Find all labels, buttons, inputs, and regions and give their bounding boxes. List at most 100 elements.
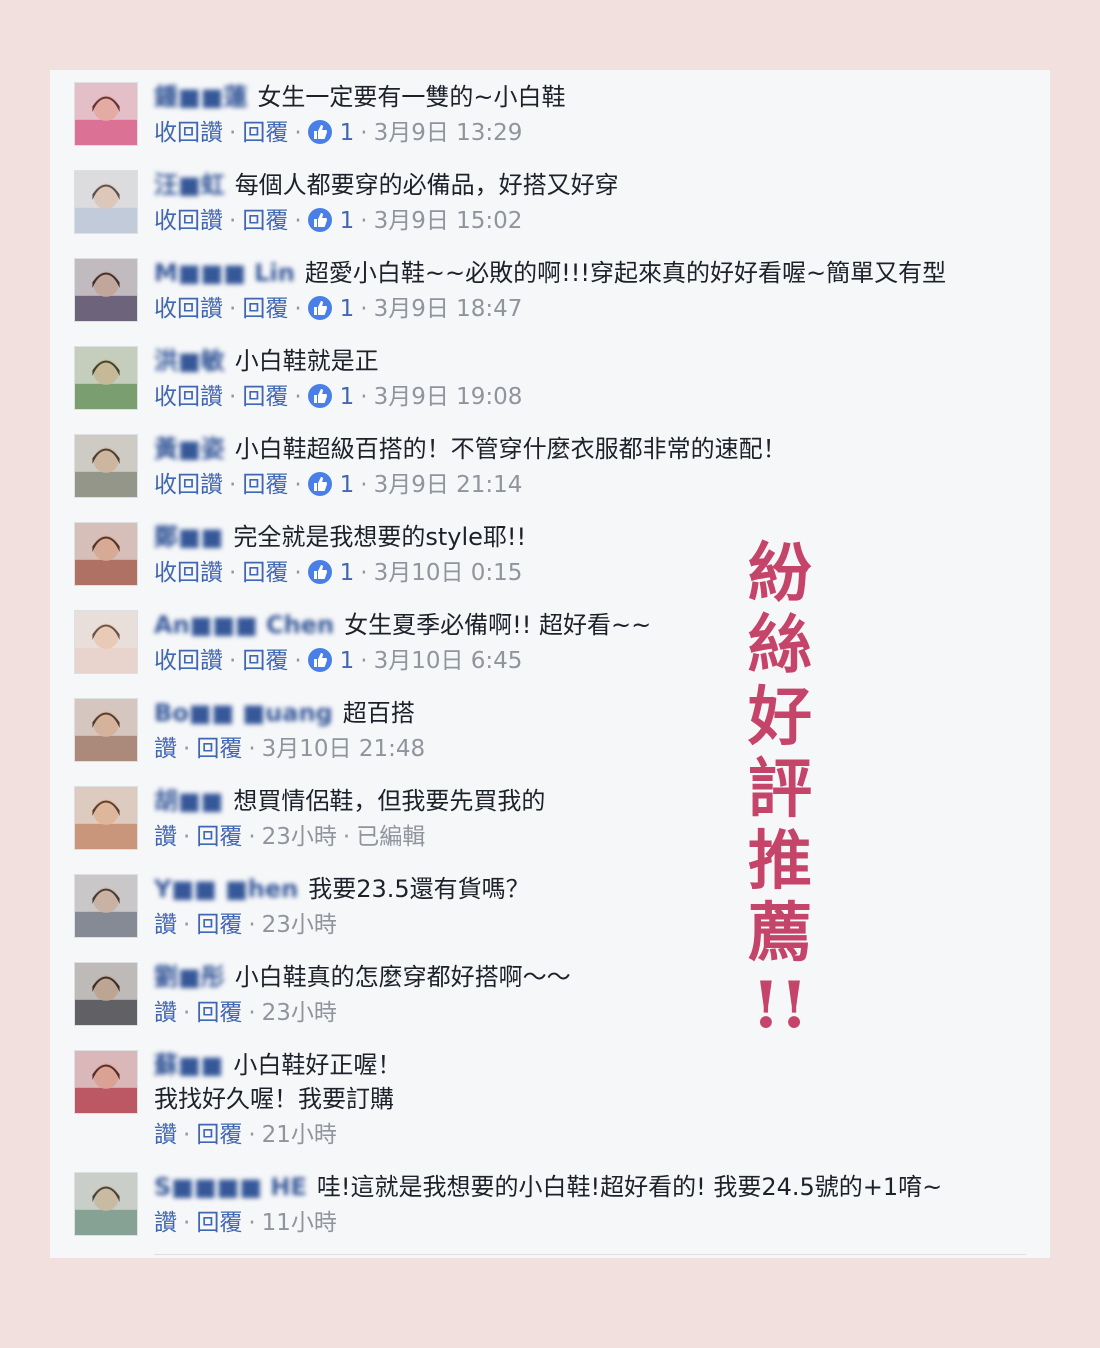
reply-button[interactable]: 回覆 [242, 648, 288, 674]
separator-dot: · [229, 472, 237, 498]
commenter-name[interactable]: 黃■姿 [154, 435, 225, 463]
comment-line: Y■■ ■hen 我要23.5還有貨嗎？ [154, 872, 1030, 906]
separator-dot: · [360, 296, 368, 322]
comment-meta: 讚 · 回覆 · 3月10日 21:48 [154, 731, 1030, 767]
separator-dot: · [183, 1210, 191, 1236]
avatar[interactable] [74, 962, 138, 1026]
like-count[interactable]: 1 [307, 208, 354, 234]
comment-meta: 收回讚 · 回覆 · 1 · 3月10日 0:15 [154, 555, 1030, 591]
comment-timestamp[interactable]: 3月9日 15:02 [374, 208, 523, 234]
like-button[interactable]: 讚 [154, 1122, 177, 1148]
reply-button[interactable]: 回覆 [196, 824, 242, 850]
comment-timestamp[interactable]: 3月10日 21:48 [262, 736, 426, 762]
avatar[interactable] [74, 434, 138, 498]
avatar[interactable] [74, 1050, 138, 1114]
reply-button[interactable]: 回覆 [196, 1210, 242, 1236]
like-button[interactable]: 讚 [154, 736, 177, 762]
unlike-button[interactable]: 收回讚 [154, 472, 223, 498]
comment-line: 胡■■ 想買情侶鞋，但我要先買我的 [154, 784, 1030, 818]
reply-button[interactable]: 回覆 [242, 472, 288, 498]
comment-timestamp[interactable]: 23小時 [262, 912, 337, 938]
commenter-name[interactable]: 胡■■ [154, 787, 223, 815]
like-count-value: 1 [339, 472, 355, 498]
comment-timestamp[interactable]: 23小時 [262, 1000, 337, 1026]
commenter-name[interactable]: Bo■■ ■uang [154, 699, 333, 727]
comment-timestamp[interactable]: 3月10日 0:15 [374, 560, 523, 586]
avatar[interactable] [74, 610, 138, 674]
separator-dot: · [360, 472, 368, 498]
unlike-button[interactable]: 收回讚 [154, 648, 223, 674]
comment-timestamp[interactable]: 11小時 [262, 1210, 337, 1236]
avatar[interactable] [74, 698, 138, 762]
avatar[interactable] [74, 258, 138, 322]
like-button[interactable]: 讚 [154, 824, 177, 850]
comment-line: 鄭■■ 完全就是我想要的style耶!! [154, 520, 1030, 554]
comment-body: An■■■ Chen 女生夏季必備啊!! 超好看~~ 收回讚 · 回覆 · 1 · 3月10日 … [154, 608, 1030, 679]
comment-body: 汪■虹 每個人都要穿的必備品，好搭又好穿 收回讚 · 回覆 · 1 · 3月9日 15:02 [154, 168, 1030, 239]
comment-timestamp[interactable]: 3月10日 6:45 [374, 648, 523, 674]
banner-character: 紛 [748, 536, 812, 611]
unlike-button[interactable]: 收回讚 [154, 560, 223, 586]
separator-dot: · [183, 1000, 191, 1026]
avatar[interactable] [74, 346, 138, 410]
commenter-name[interactable]: Y■■ ■hen [154, 875, 298, 903]
reply-button[interactable]: 回覆 [242, 208, 288, 234]
separator-dot: · [183, 824, 191, 850]
reply-button[interactable]: 回覆 [242, 296, 288, 322]
like-button[interactable]: 讚 [154, 1210, 177, 1236]
like-count[interactable]: 1 [307, 648, 354, 674]
avatar[interactable] [74, 522, 138, 586]
comment-line: Bo■■ ■uang 超百搭 [154, 696, 1030, 730]
thumbs-up-icon [307, 208, 332, 232]
avatar[interactable] [74, 786, 138, 850]
comment-timestamp[interactable]: 3月9日 19:08 [374, 384, 523, 410]
separator-dot: · [294, 560, 302, 586]
like-button[interactable]: 讚 [154, 912, 177, 938]
avatar[interactable] [74, 1172, 138, 1236]
comment-timestamp[interactable]: 3月9日 13:29 [374, 120, 523, 146]
unlike-button[interactable]: 收回讚 [154, 208, 223, 234]
reply-button[interactable]: 回覆 [242, 560, 288, 586]
avatar[interactable] [74, 170, 138, 234]
comment-line: M■■■ Lin 超愛小白鞋~~必敗的啊!!!穿起來真的好好看喔~簡單又有型 [154, 256, 1030, 290]
like-count[interactable]: 1 [307, 296, 354, 322]
comment-timestamp[interactable]: 21小時 [262, 1122, 337, 1148]
avatar[interactable] [74, 874, 138, 938]
avatar[interactable] [74, 82, 138, 146]
like-count[interactable]: 1 [307, 120, 355, 146]
reply-button[interactable]: 回覆 [242, 120, 288, 146]
unlike-button[interactable]: 收回讚 [154, 296, 223, 322]
commenter-name[interactable]: S■■■■ HE [154, 1173, 307, 1201]
comment-body: 洪■敏 小白鞋就是正 收回讚 · 回覆 · 1 · 3月9日 19:08 [154, 344, 1030, 415]
reply-button[interactable]: 回覆 [196, 912, 242, 938]
comment-text: 女生夏季必備啊!! 超好看~~ [344, 611, 652, 639]
comment-timestamp[interactable]: 23小時 [262, 824, 337, 850]
like-count-value: 1 [339, 120, 355, 146]
commenter-name[interactable]: 劉■彤 [154, 963, 225, 991]
commenter-name[interactable]: 鍾■■蓮 [154, 83, 247, 111]
separator-dot: · [294, 648, 302, 674]
reply-button[interactable]: 回覆 [196, 1000, 242, 1026]
like-count[interactable]: 1 [307, 560, 354, 586]
comment-text: 想買情侶鞋，但我要先買我的 [233, 787, 546, 815]
commenter-name[interactable]: 鄭■■ [154, 523, 223, 551]
edited-label[interactable]: 已編輯 [356, 824, 425, 850]
comment-timestamp[interactable]: 3月9日 18:47 [374, 296, 523, 322]
like-button[interactable]: 讚 [154, 1000, 177, 1026]
reply-button[interactable]: 回覆 [242, 384, 288, 410]
comment-text: 完全就是我想要的style耶!! [233, 523, 527, 551]
banner-character: !! [751, 968, 809, 1043]
unlike-button[interactable]: 收回讚 [154, 384, 223, 410]
unlike-button[interactable]: 收回讚 [154, 120, 223, 146]
commenter-name[interactable]: 洪■敏 [154, 347, 225, 375]
separator-dot: · [229, 296, 237, 322]
commenter-name[interactable]: An■■■ Chen [154, 611, 334, 639]
commenter-name[interactable]: 蘇■■ [154, 1051, 223, 1079]
like-count[interactable]: 1 [307, 472, 355, 498]
commenter-name[interactable]: 汪■虹 [154, 171, 225, 199]
reply-button[interactable]: 回覆 [196, 1122, 242, 1148]
comment-timestamp[interactable]: 3月9日 21:14 [374, 472, 523, 498]
reply-button[interactable]: 回覆 [196, 736, 242, 762]
commenter-name[interactable]: M■■■ Lin [154, 259, 295, 287]
like-count[interactable]: 1 [307, 384, 354, 410]
